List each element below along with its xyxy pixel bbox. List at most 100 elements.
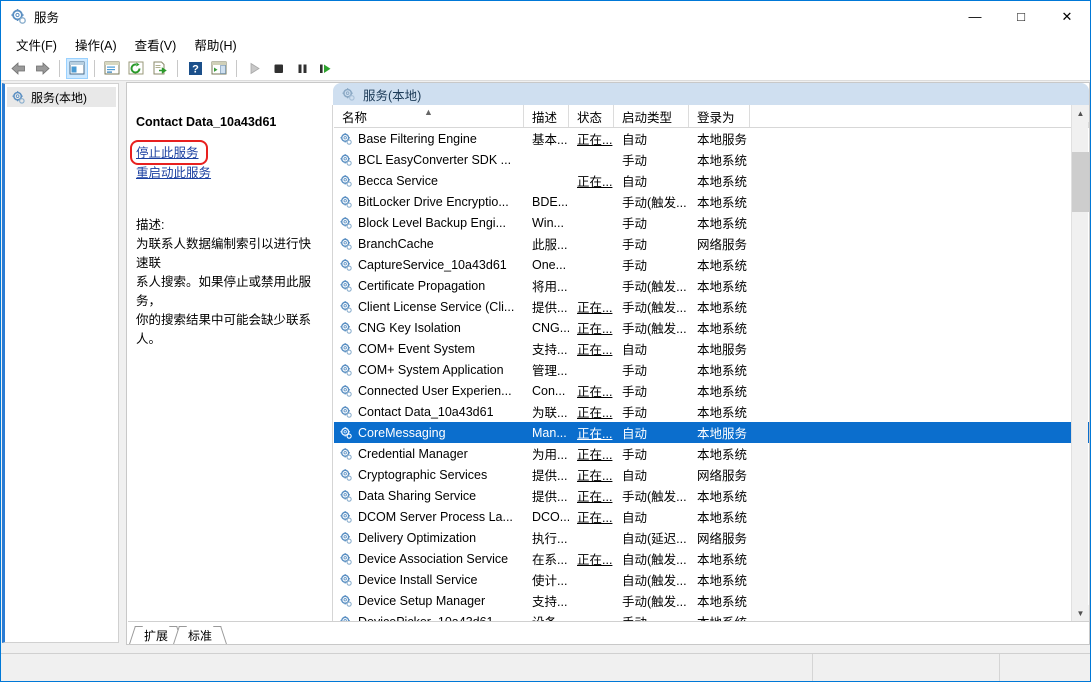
table-row[interactable]: Data Sharing Service 提供... 正在... 手动(触发... 本地… — [334, 485, 1089, 506]
cell-description: 将用... — [532, 280, 568, 294]
cell-description: CNG... — [532, 320, 569, 335]
description-line-3: 你的搜索结果中可能会缺少联系人。 — [136, 313, 312, 346]
minimize-button[interactable]: — — [952, 1, 998, 32]
table-row[interactable]: CNG Key Isolation CNG... 正在... 手动(触发... 本地系统 — [334, 317, 1089, 338]
properties-icon[interactable] — [101, 58, 123, 79]
service-name-label: Credential Manager — [358, 446, 468, 461]
refresh-icon[interactable] — [125, 58, 147, 79]
service-name-label: Block Level Backup Engi... — [358, 215, 506, 230]
column-header-log-on-as[interactable]: 登录为 — [689, 105, 750, 127]
table-row[interactable]: COM+ Event System 支持... 正在... 自动 本地服务 — [334, 338, 1089, 359]
scrollbar-thumb[interactable] — [1072, 152, 1089, 212]
table-row[interactable]: Device Association Service 在系... 正在... 自动(触… — [334, 548, 1089, 569]
start-service-icon[interactable] — [243, 58, 265, 79]
scroll-down-button[interactable]: ▼ — [1072, 605, 1089, 622]
service-name-label: Base Filtering Engine — [358, 131, 477, 146]
restart-service-link[interactable]: 重启动此服务 — [136, 165, 322, 182]
cell-description: Man... — [532, 425, 567, 440]
service-name-label: COM+ Event System — [358, 341, 476, 356]
back-icon[interactable] — [7, 58, 29, 79]
status-value: 正在... — [577, 469, 613, 483]
toolbar-separator — [177, 59, 178, 77]
table-row[interactable]: Device Setup Manager 支持... 手动(触发... 本地系统 — [334, 590, 1089, 611]
tab-standard[interactable]: 标准 — [173, 626, 227, 644]
table-row[interactable]: Cryptographic Services 提供... 正在... 自动 网络服务 — [334, 464, 1089, 485]
column-header-name-label: 名称 — [342, 110, 368, 125]
cell-log-on-as: 本地系统 — [697, 154, 748, 168]
cell-log-on-as: 本地系统 — [697, 385, 748, 399]
cell-startup-type: 自动 — [622, 175, 648, 189]
table-row[interactable]: COM+ System Application 管理... 手动 本地系统 — [334, 359, 1089, 380]
list-rows-container[interactable]: Base Filtering Engine 基本... 正在... 自动 本地服务 BCL… — [334, 128, 1089, 622]
tab-standard-label: 标准 — [188, 628, 213, 643]
cell-service-name: CaptureService_10a43d61 — [334, 258, 524, 272]
menu-view[interactable]: 查看(V) — [126, 32, 186, 57]
cell-startup-type: 手动 — [622, 238, 648, 252]
table-row[interactable]: Base Filtering Engine 基本... 正在... 自动 本地服务 — [334, 128, 1089, 149]
help-icon[interactable]: ? — [184, 58, 206, 79]
table-row[interactable]: BCL EasyConverter SDK ... 手动 本地系统 — [334, 149, 1089, 170]
show-action-pane-icon[interactable] — [208, 58, 230, 79]
toolbar-separator — [59, 59, 60, 77]
restart-service-icon[interactable] — [315, 58, 337, 79]
description-label: 描述: — [136, 218, 165, 232]
close-button[interactable]: ✕ — [1044, 1, 1090, 32]
cell-service-name: Device Setup Manager — [334, 594, 524, 608]
cell-description: 使计... — [532, 574, 568, 588]
menu-help[interactable]: 帮助(H) — [185, 32, 245, 57]
cell-log-on-as: 网络服务 — [697, 469, 748, 483]
column-header-status[interactable]: 状态 — [569, 105, 614, 127]
cell-service-name: COM+ Event System — [334, 342, 524, 356]
table-row[interactable]: Client License Service (Cli... 提供... 正在...… — [334, 296, 1089, 317]
stop-service-link[interactable]: 停止此服务 — [136, 145, 322, 162]
cell-description: 为联... — [532, 406, 568, 420]
table-row[interactable]: Credential Manager 为用... 正在... 手动 本地系统 — [334, 443, 1089, 464]
cell-service-name: CoreMessaging — [334, 426, 524, 440]
table-row[interactable]: Certificate Propagation 将用... 手动(触发... 本地系统 — [334, 275, 1089, 296]
table-row[interactable]: Connected User Experien... Con... 正在... 手动 本… — [334, 380, 1089, 401]
forward-icon[interactable] — [31, 58, 53, 79]
stop-service-icon[interactable] — [267, 58, 289, 79]
table-row[interactable]: Device Install Service 使计... 自动(触发... 本地系统 — [334, 569, 1089, 590]
export-list-icon[interactable] — [149, 58, 171, 79]
pause-service-icon[interactable] — [291, 58, 313, 79]
service-gear-icon — [339, 426, 353, 440]
table-row[interactable]: CaptureService_10a43d61 One... 手动 本地系统 — [334, 254, 1089, 275]
table-row[interactable]: Contact Data_10a43d61 为联... 正在... 手动 本地系统 — [334, 401, 1089, 422]
tree-node-label: 服务(本地) — [31, 90, 87, 105]
cell-log-on-as: 本地系统 — [697, 259, 748, 273]
show-hide-tree-icon[interactable] — [66, 57, 88, 79]
table-row[interactable]: DCOM Server Process La... DCO... 正在... 自动 本地… — [334, 506, 1089, 527]
tree-node-services-local[interactable]: 服务(本地) — [7, 87, 116, 107]
services-gear-icon — [10, 8, 27, 25]
service-gear-icon — [339, 174, 353, 188]
menu-action[interactable]: 操作(A) — [66, 32, 126, 57]
service-name-label: Delivery Optimization — [358, 530, 477, 545]
service-name-label: BitLocker Drive Encryptio... — [358, 194, 509, 209]
table-row[interactable]: Becca Service 正在... 自动 本地系统 — [334, 170, 1089, 191]
vertical-scrollbar[interactable]: ▲ ▼ — [1071, 105, 1089, 622]
cell-status: 正在... — [569, 444, 614, 463]
scroll-up-button[interactable]: ▲ — [1072, 105, 1089, 122]
cell-service-name: Credential Manager — [334, 447, 524, 461]
table-row[interactable]: Delivery Optimization 执行... 自动(延迟... 网络服务 — [334, 527, 1089, 548]
maximize-button[interactable]: □ — [998, 1, 1044, 32]
window-title: 服务 — [34, 11, 60, 25]
column-header-description[interactable]: 描述 — [524, 105, 569, 127]
column-header-startup-type[interactable]: 启动类型 — [614, 105, 689, 127]
table-row[interactable]: BitLocker Drive Encryptio... BDE... 手动(触发.… — [334, 191, 1089, 212]
svg-text:?: ? — [192, 63, 199, 75]
tab-extended[interactable]: 扩展 — [129, 626, 183, 644]
service-gear-icon — [339, 237, 353, 251]
title-bar: 服务 — □ ✕ — [1, 1, 1090, 32]
table-row[interactable]: BranchCache 此服... 手动 网络服务 — [334, 233, 1089, 254]
menu-file[interactable]: 文件(F) — [7, 32, 66, 57]
table-row[interactable]: CoreMessaging Man... 正在... 自动 本地服务 — [334, 422, 1089, 443]
service-gear-icon — [339, 300, 353, 314]
service-gear-icon — [339, 363, 353, 377]
table-row[interactable]: Block Level Backup Engi... Win... 手动 本地系统 — [334, 212, 1089, 233]
column-header-name[interactable]: 名称 ▲ — [334, 105, 524, 127]
restart-service-link-underlined: 重启动 — [136, 166, 174, 180]
cell-description: 提供... — [532, 301, 568, 315]
cell-startup-type: 手动(触发... — [622, 322, 687, 336]
